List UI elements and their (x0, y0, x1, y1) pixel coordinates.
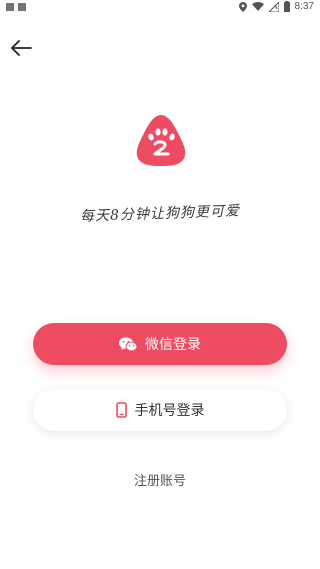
phone-login-button[interactable]: 手机号登录 (33, 389, 287, 431)
wifi-icon (251, 2, 264, 11)
status-bar-system: 8:37 (238, 1, 314, 12)
status-time: 8:37 (294, 1, 314, 12)
app-slogan: 每天8分钟让狗狗更可爱 (79, 203, 241, 225)
location-icon (238, 1, 247, 12)
arrow-left-icon (11, 40, 32, 56)
status-bar-notifications (6, 3, 26, 11)
wechat-icon (119, 336, 137, 352)
paw-logo (136, 115, 186, 166)
status-bar: 8:37 (0, 0, 320, 16)
register-link[interactable]: 注册账号 (0, 470, 320, 489)
phone-login-label: 手机号登录 (134, 403, 205, 419)
notification-icon (6, 3, 14, 11)
wechat-login-button[interactable]: 微信登录 (33, 323, 287, 365)
wechat-login-label: 微信登录 (145, 337, 201, 353)
notification-icon (18, 3, 26, 11)
phone-icon (115, 402, 127, 418)
signal-icon (268, 1, 279, 12)
battery-icon (283, 1, 290, 12)
back-button[interactable] (6, 34, 36, 62)
